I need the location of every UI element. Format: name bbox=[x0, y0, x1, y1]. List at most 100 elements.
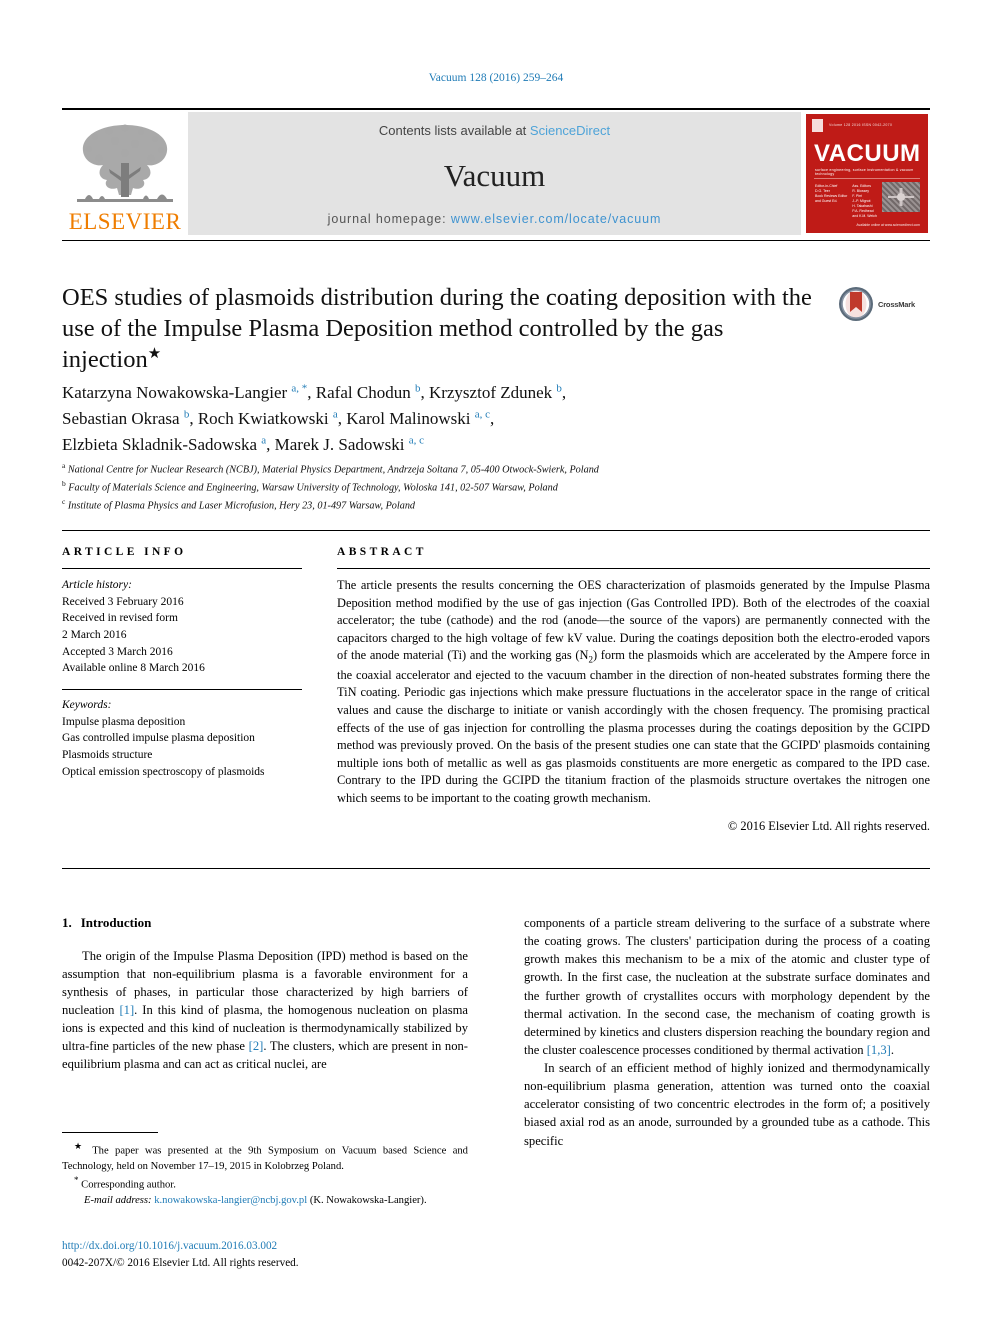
doi-block: http://dx.doi.org/10.1016/j.vacuum.2016.… bbox=[62, 1238, 492, 1272]
affiliation-list: a National Centre for Nuclear Research (… bbox=[62, 460, 862, 515]
affiliation-item: a National Centre for Nuclear Research (… bbox=[62, 460, 862, 478]
affiliation-item: b Faculty of Materials Science and Engin… bbox=[62, 478, 862, 496]
abstract-part-2: ) form the plasmoids which are accelerat… bbox=[337, 648, 930, 805]
keywords-label: Keywords: bbox=[62, 699, 112, 712]
paragraph-text: . bbox=[890, 1042, 894, 1057]
keywords-divider bbox=[62, 689, 302, 691]
keyword-item: Optical emission spectroscopy of plasmoi… bbox=[62, 765, 265, 778]
journal-cover-inner: Volume 128 2016 ISSN 0042-207X VACUUM su… bbox=[806, 114, 928, 233]
author-name: , Rafal Chodun bbox=[307, 383, 415, 402]
cover-editor-columns: Editor-in-Chief D.G. Teer Book Reviews E… bbox=[815, 184, 883, 219]
affiliation-text: Institute of Plasma Physics and Laser Mi… bbox=[67, 500, 416, 512]
crossmark-icon bbox=[839, 287, 873, 321]
affiliation-marker: b bbox=[62, 479, 66, 489]
footnote-rule bbox=[62, 1132, 158, 1133]
contents-lists-line: Contents lists available at ScienceDirec… bbox=[379, 123, 610, 138]
article-info-heading: ARTICLE INFO bbox=[62, 546, 187, 558]
article-history-item: Accepted 3 March 2016 bbox=[62, 645, 173, 658]
homepage-url-link[interactable]: www.elsevier.com/locate/vacuum bbox=[451, 212, 661, 226]
author-affiliation-marker[interactable]: a, c bbox=[409, 434, 424, 446]
homepage-prefix: journal homepage: bbox=[327, 212, 451, 226]
crossmark-label: CrossMark bbox=[878, 299, 915, 309]
journal-title: Vacuum bbox=[443, 157, 546, 193]
footnote-block: ★ The paper was presented at the 9th Sym… bbox=[62, 1140, 468, 1209]
affiliation-marker: a bbox=[62, 461, 66, 470]
body-column-right: components of a particle stream deliveri… bbox=[524, 914, 930, 1150]
email-link[interactable]: k.nowakowska-langier@ncbj.gov.pl bbox=[154, 1195, 307, 1206]
keyword-item: Impulse plasma deposition bbox=[62, 715, 186, 728]
cover-editor-col-left: Editor-in-Chief D.G. Teer Book Reviews E… bbox=[815, 184, 848, 204]
doi-link[interactable]: http://dx.doi.org/10.1016/j.vacuum.2016.… bbox=[62, 1238, 492, 1255]
footnote-text: The paper was presented at the 9th Sympo… bbox=[62, 1145, 468, 1172]
article-history-label: Article history: bbox=[62, 579, 132, 591]
cover-illustration bbox=[882, 182, 920, 212]
masthead-bottom-rule bbox=[62, 240, 930, 241]
paragraph: components of a particle stream deliveri… bbox=[524, 914, 930, 1059]
top-rule bbox=[62, 108, 930, 110]
section-heading-introduction: 1. Introduction bbox=[62, 914, 468, 933]
author-affiliation-marker[interactable]: a, * bbox=[291, 382, 307, 394]
abstract-text: The article presents the results concern… bbox=[337, 577, 930, 808]
cover-elsevier-mark-icon bbox=[812, 118, 823, 132]
paragraph-text: components of a particle stream deliveri… bbox=[524, 916, 930, 1057]
author-name: Katarzyna Nowakowska-Langier bbox=[62, 383, 292, 402]
running-head: Vacuum 128 (2016) 259–264 bbox=[428, 72, 564, 84]
footnote-item: * Corresponding author. bbox=[62, 1174, 468, 1193]
author-separator: , bbox=[489, 408, 495, 428]
crossmark-badge[interactable]: CrossMark bbox=[838, 284, 930, 324]
affiliation-item: c Institute of Plasma Physics and Laser … bbox=[62, 496, 862, 514]
email-owner: (K. Nowakowska-Langier). bbox=[309, 1195, 427, 1207]
cover-footer-text: Available online at www.sciencedirect.co… bbox=[856, 223, 920, 227]
body-column-left: 1. Introduction The origin of the Impulse… bbox=[62, 914, 468, 1074]
author-name: , Krzysztof Zdunek bbox=[420, 383, 557, 402]
page-title: OES studies of plasmoids distribution du… bbox=[62, 282, 822, 375]
article-history-item: 2 March 2016 bbox=[62, 629, 127, 642]
author-name: Sebastian Okrasa bbox=[62, 408, 184, 428]
sciencedirect-link[interactable]: ScienceDirect bbox=[530, 123, 610, 138]
article-info-box: ARTICLE INFO Article history: Received 3… bbox=[62, 546, 302, 780]
journal-masthead: ELSEVIER Contents lists available at Sci… bbox=[62, 112, 930, 235]
footnote-marker: * bbox=[74, 1175, 79, 1186]
email-label: E-mail address: bbox=[84, 1195, 152, 1207]
abstract-heading: ABSTRACT bbox=[337, 546, 427, 558]
abstract-divider bbox=[337, 568, 930, 569]
article-history-item: Received 3 February 2016 bbox=[62, 595, 184, 608]
cover-topbar: Volume 128 2016 ISSN 0042-207X bbox=[812, 118, 922, 132]
footnote-email-line: E-mail address: k.nowakowska-langier@ncb… bbox=[62, 1193, 468, 1208]
issn-copyright-line: 0042-207X/© 2016 Elsevier Ltd. All right… bbox=[62, 1256, 299, 1269]
footnote-text: Corresponding author. bbox=[81, 1179, 176, 1191]
author-line-1: Katarzyna Nowakowska-Langier a, *, Rafal… bbox=[62, 380, 852, 406]
journal-cover-image: Volume 128 2016 ISSN 0042-207X VACUUM su… bbox=[804, 112, 930, 235]
footnote-item: ★ The paper was presented at the 9th Sym… bbox=[62, 1140, 468, 1174]
author-affiliation-marker[interactable]: a, c bbox=[475, 408, 490, 420]
keyword-item: Plasmoids structure bbox=[62, 749, 153, 762]
paragraph: In search of an efficient method of high… bbox=[524, 1061, 930, 1148]
author-name: , Roch Kwiatkowski bbox=[189, 408, 333, 428]
affiliation-marker: c bbox=[62, 497, 66, 507]
elsevier-wordmark: ELSEVIER bbox=[68, 209, 182, 234]
author-name: , Karol Malinowski bbox=[337, 408, 475, 428]
masthead-center: Contents lists available at ScienceDirec… bbox=[188, 112, 801, 235]
citation-link[interactable]: [1] bbox=[119, 1003, 134, 1017]
article-info-divider bbox=[62, 568, 302, 569]
elsevier-logo: ELSEVIER bbox=[62, 112, 188, 235]
journal-article-page: Vacuum 128 (2016) 259–264 ELSEVIER Conte… bbox=[0, 0, 992, 1323]
cover-subtitle: surface engineering, surface instrumenta… bbox=[815, 168, 914, 176]
keyword-item: Gas controlled impulse plasma deposition bbox=[62, 732, 255, 745]
abstract-copyright: © 2016 Elsevier Ltd. All rights reserved… bbox=[727, 818, 930, 833]
elsevier-tree-icon bbox=[77, 124, 173, 202]
journal-homepage-line: journal homepage: www.elsevier.com/locat… bbox=[328, 212, 662, 226]
article-history-item: Received in revised form bbox=[62, 612, 178, 625]
abstract-band-top-rule bbox=[62, 530, 930, 531]
author-list: Katarzyna Nowakowska-Langier a, *, Rafal… bbox=[62, 380, 852, 457]
author-line-2: Sebastian Okrasa b, Roch Kwiatkowski a, … bbox=[62, 406, 852, 432]
paper-title-text: OES studies of plasmoids distribution du… bbox=[62, 284, 812, 374]
author-line-3: Elzbieta Skladnik-Sadowska a, Marek J. S… bbox=[62, 432, 852, 458]
footnote-marker: ★ bbox=[74, 1141, 86, 1151]
contents-prefix: Contents lists available at bbox=[378, 123, 530, 138]
author-name: Elzbieta Skladnik-Sadowska bbox=[62, 434, 262, 454]
citation-link[interactable]: [2] bbox=[249, 1039, 264, 1053]
author-separator: , bbox=[561, 383, 567, 402]
citation-link[interactable]: [1,3] bbox=[867, 1043, 891, 1057]
paragraph: The origin of the Impulse Plasma Deposit… bbox=[62, 947, 468, 1074]
